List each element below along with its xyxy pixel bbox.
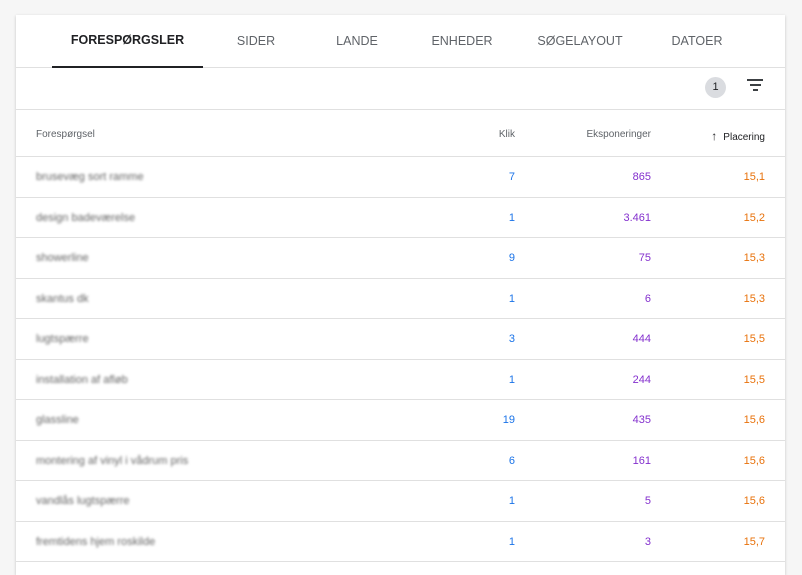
query-cell: fremtidens hjem roskilde (36, 535, 156, 548)
clicks-cell: 9 (508, 252, 515, 264)
performance-table-card: FORESPØRGSLER SIDER LANDE ENHEDER SØGELA… (16, 15, 785, 575)
query-cell: brusevæg sort ramme (36, 171, 144, 183)
filter-icon[interactable] (746, 79, 764, 95)
filter-count-badge[interactable]: 1 (705, 77, 726, 98)
column-header-position-label: Placering (723, 132, 765, 143)
clicks-cell: 6 (508, 454, 515, 467)
clicks-cell: 1 (508, 495, 515, 507)
table-row[interactable]: lugtspærre 3 444 15,5 (16, 319, 785, 360)
impressions-cell: 5 (644, 495, 651, 507)
query-cell: design badeværelse (36, 211, 136, 224)
impressions-cell: 244 (632, 373, 651, 386)
clicks-cell: 1 (508, 535, 515, 548)
table-row[interactable]: brusevæg sort ramme 7 865 15,1 (16, 157, 785, 198)
position-cell: 15,1 (743, 171, 765, 183)
clicks-cell: 19 (502, 414, 515, 426)
table-row[interactable]: installation af afløb 1 244 15,5 (16, 360, 785, 400)
tab-countries[interactable]: LANDE (321, 15, 393, 68)
clicks-cell: 1 (508, 211, 515, 224)
position-cell: 15,6 (743, 454, 765, 467)
table-row[interactable]: showerline 9 75 15,3 (16, 238, 785, 279)
table-row[interactable]: fremtidens hjem roskilde 1 3 15,7 (16, 522, 785, 562)
position-cell: 15,7 (743, 535, 765, 548)
tab-pages[interactable]: SIDER (221, 15, 291, 68)
query-cell: glassline (36, 414, 79, 426)
position-cell: 15,3 (743, 252, 765, 264)
clicks-cell: 1 (508, 292, 515, 305)
query-cell: lugtspærre (36, 333, 89, 345)
table-row[interactable]: skantus dk 1 6 15,3 (16, 279, 785, 319)
query-cell: installation af afløb (36, 373, 128, 386)
tab-bar: FORESPØRGSLER SIDER LANDE ENHEDER SØGELA… (16, 15, 785, 68)
query-cell: showerline (36, 252, 89, 264)
query-cell: montering af vinyl i vådrum pris (36, 454, 189, 467)
sort-ascending-icon: ↑ (711, 129, 718, 143)
table-row[interactable]: glassline 19 435 15,6 (16, 400, 785, 441)
table-toolbar: 1 (16, 68, 785, 110)
impressions-cell: 75 (638, 252, 651, 264)
tab-search-appearance[interactable]: SØGELAYOUT (531, 15, 629, 68)
impressions-cell: 3 (644, 535, 651, 548)
impressions-cell: 444 (632, 333, 651, 345)
position-cell: 15,6 (743, 495, 765, 507)
table-body: brusevæg sort ramme 7 865 15,1 design badevæ… (16, 157, 785, 562)
tab-devices[interactable]: ENHEDER (421, 15, 503, 68)
table-header: Forespørgsel Klik Eksponeringer ↑ Placeri… (16, 110, 785, 157)
table-row[interactable]: vandlås lugtspærre 1 5 15,6 (16, 481, 785, 522)
impressions-cell: 161 (632, 454, 651, 467)
query-cell: vandlås lugtspærre (36, 495, 130, 507)
query-cell: skantus dk (36, 292, 89, 305)
column-header-clicks[interactable]: Klik (499, 129, 515, 140)
position-cell: 15,6 (743, 414, 765, 426)
position-cell: 15,5 (743, 373, 765, 386)
column-header-position[interactable]: ↑ Placering (711, 129, 765, 143)
column-header-impressions[interactable]: Eksponeringer (587, 129, 651, 140)
impressions-cell: 435 (632, 414, 651, 426)
clicks-cell: 1 (508, 373, 515, 386)
impressions-cell: 6 (644, 292, 651, 305)
impressions-cell: 865 (632, 171, 651, 183)
position-cell: 15,2 (743, 211, 765, 224)
position-cell: 15,3 (743, 292, 765, 305)
impressions-cell: 3.461 (623, 211, 651, 224)
tab-dates[interactable]: DATOER (656, 15, 738, 68)
clicks-cell: 7 (508, 171, 515, 183)
table-row[interactable]: montering af vinyl i vådrum pris 6 161 15,6 (16, 441, 785, 481)
tab-queries[interactable]: FORESPØRGSLER (52, 15, 203, 68)
clicks-cell: 3 (508, 333, 515, 345)
table-row[interactable]: design badeværelse 1 3.461 15,2 (16, 198, 785, 238)
column-header-query[interactable]: Forespørgsel (36, 129, 95, 140)
position-cell: 15,5 (743, 333, 765, 345)
